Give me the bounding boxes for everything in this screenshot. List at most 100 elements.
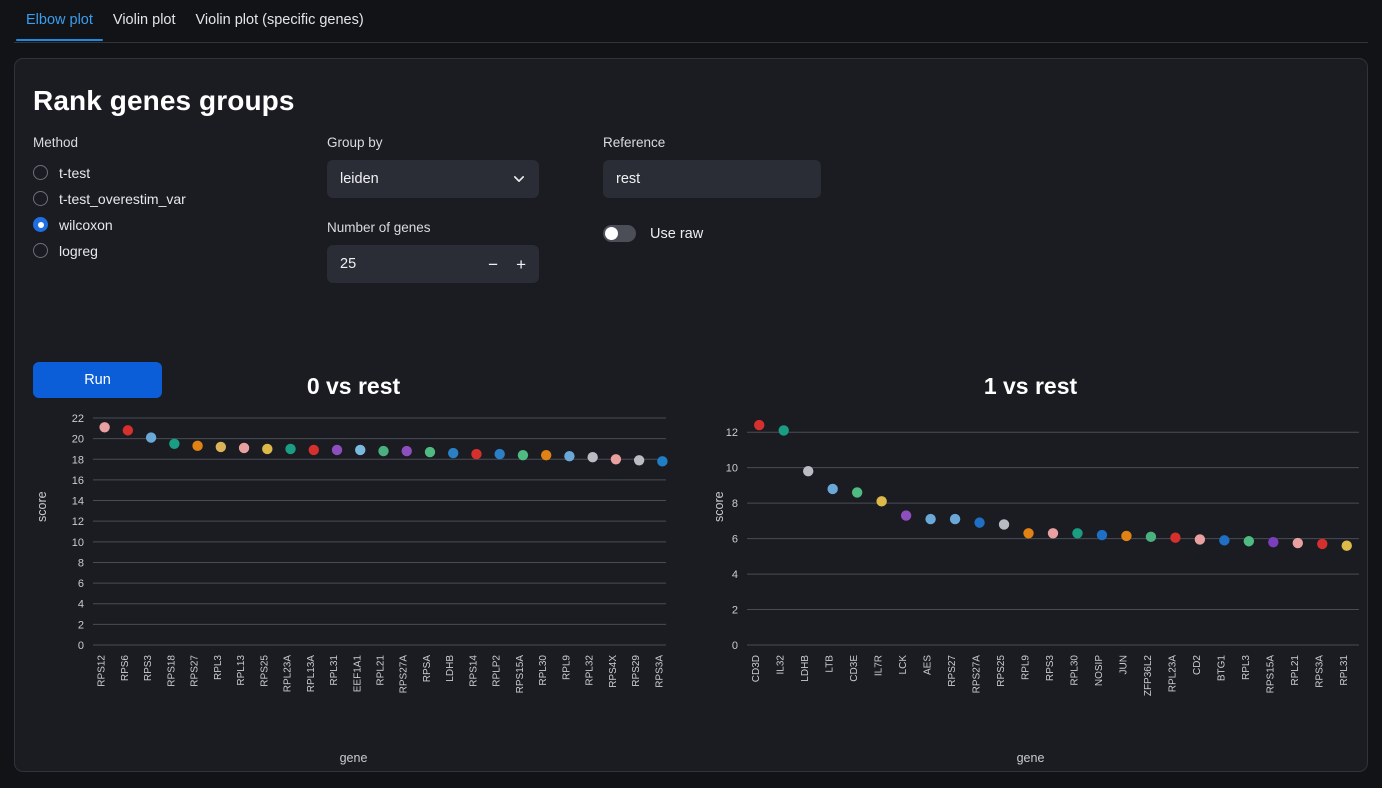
- data-point: [974, 517, 985, 528]
- x-axis-tick: CD3E: [849, 655, 860, 682]
- tab-violin-plot-specific-genes[interactable]: Violin plot (specific genes): [186, 0, 374, 41]
- data-point: [145, 432, 157, 443]
- y-axis-tick: 20: [72, 434, 84, 446]
- data-point: [876, 496, 887, 507]
- x-axis-tick: RPS27: [947, 655, 958, 687]
- x-axis-tick: CD2: [1192, 655, 1203, 675]
- x-axis-label: gene: [1016, 751, 1045, 765]
- x-axis-tick: RPS27A: [399, 655, 410, 694]
- group-by-value: leiden: [340, 171, 379, 187]
- method-option-wilcoxon[interactable]: wilcoxon: [33, 212, 303, 237]
- y-axis-tick: 4: [732, 569, 738, 581]
- group-by-label: Group by: [327, 135, 383, 150]
- increment-button[interactable]: +: [516, 256, 526, 273]
- data-point: [540, 449, 552, 461]
- x-axis-tick: RPL13A: [306, 655, 317, 693]
- radio-selected-icon: [33, 217, 48, 232]
- data-point: [998, 519, 1010, 530]
- plot-title: 1 vs rest: [983, 373, 1078, 399]
- data-point: [494, 448, 505, 460]
- data-point: [778, 425, 789, 436]
- x-axis-tick: LDHB: [800, 655, 811, 682]
- method-option-label: t-test: [59, 164, 91, 181]
- x-axis-tick: NOSIP: [1094, 655, 1105, 686]
- group-by-select[interactable]: leiden: [327, 160, 539, 198]
- x-axis-tick: RPL32: [585, 655, 596, 686]
- data-point: [517, 449, 529, 461]
- x-axis-tick: LDHB: [445, 655, 456, 682]
- number-of-genes-stepper[interactable]: 25 − +: [327, 245, 539, 283]
- data-point: [1047, 528, 1059, 539]
- x-axis-tick: IL32: [776, 655, 787, 675]
- x-axis-tick: RPL13: [236, 655, 247, 686]
- y-axis-tick: 6: [78, 578, 84, 590]
- x-axis-tick: RPS3A: [1314, 655, 1325, 688]
- data-point: [754, 419, 765, 431]
- y-axis-tick: 2: [732, 605, 738, 617]
- y-axis-tick: 18: [72, 454, 84, 466]
- x-axis-tick: RPL21: [376, 655, 387, 686]
- reference-input[interactable]: rest: [603, 160, 821, 198]
- data-point: [1268, 536, 1279, 548]
- data-point: [587, 452, 598, 463]
- scatter-chart: 0 2 4 6 8 10 12 14 16 18 20 22 RPS12 RPS6 RPS3 RPS18 RPS…: [72, 413, 668, 694]
- use-raw-toggle[interactable]: [603, 225, 636, 242]
- y-axis-tick: 16: [72, 475, 84, 487]
- method-option-t-test-overestim-var[interactable]: t-test_overestim_var: [33, 186, 303, 211]
- scatter-chart: 0 2 4 6 8 10 12 CD3D IL32 LDHB LTB CD3E IL7R LCK AES RP…: [726, 419, 1359, 697]
- x-axis-tick: RPS14: [468, 655, 479, 687]
- method-option-label: t-test_overestim_var: [59, 190, 186, 207]
- y-axis-tick: 22: [72, 413, 84, 425]
- x-axis-tick: RPL9: [1021, 655, 1032, 680]
- x-axis-tick: RPL31: [1339, 655, 1350, 686]
- data-point: [1292, 537, 1303, 549]
- plot-body: score 0 2 4 6 8 10 12 14 16 18 20 22 RPS12 RPS6 RPS3 RP…: [15, 410, 692, 771]
- reference-label: Reference: [603, 135, 666, 150]
- number-of-genes-label: Number of genes: [327, 220, 431, 235]
- x-axis-tick: AES: [923, 655, 934, 675]
- x-axis-tick: RPL3: [213, 655, 224, 680]
- data-point: [803, 466, 814, 477]
- data-point: [401, 445, 412, 457]
- y-axis-tick: 6: [732, 534, 738, 546]
- x-axis-tick: IL7R: [874, 655, 885, 676]
- x-axis-tick: RPL3: [1241, 655, 1252, 680]
- plot-body: score 0 2 4 6 8 10 12 CD3D IL32 LDHB LTB CD3E IL7R LC…: [692, 410, 1367, 771]
- x-axis-tick: RPS4X: [608, 655, 619, 688]
- x-axis-tick: RPS15A: [515, 655, 526, 694]
- radio-icon: [33, 165, 48, 180]
- x-axis-tick: RPS3: [143, 655, 154, 682]
- y-axis-tick: 2: [78, 619, 84, 631]
- data-point: [448, 447, 459, 459]
- tab-violin-plot[interactable]: Violin plot: [103, 0, 186, 41]
- x-axis-tick: RPS25: [996, 655, 1007, 687]
- x-axis-tick: RPSA: [422, 655, 433, 683]
- data-point: [355, 444, 366, 456]
- data-point: [192, 440, 203, 452]
- data-point: [285, 443, 296, 455]
- data-point: [657, 456, 668, 467]
- method-option-t-test[interactable]: t-test: [33, 160, 303, 185]
- reference-column: Reference rest Use raw: [603, 135, 843, 242]
- method-option-logreg[interactable]: logreg: [33, 238, 303, 263]
- data-point: [1170, 532, 1181, 543]
- page-title: Rank genes groups: [33, 85, 295, 116]
- method-option-label: wilcoxon: [59, 216, 113, 233]
- decrement-button[interactable]: −: [488, 256, 498, 273]
- y-axis-tick: 8: [78, 557, 84, 569]
- x-axis-tick: RPL30: [538, 655, 549, 686]
- x-axis-tick: RPLP2: [492, 655, 503, 687]
- elbow-plot-1-vs-rest: 1 vs rest score 0 2 4 6 8 10 12 CD3D IL32 LDHB LTB…: [692, 365, 1367, 771]
- x-axis-tick: RPS3: [1045, 655, 1056, 682]
- data-point: [1219, 535, 1230, 546]
- tab-elbow-plot[interactable]: Elbow plot: [16, 0, 103, 41]
- data-point: [900, 510, 912, 521]
- data-point: [949, 513, 961, 525]
- data-point: [99, 422, 110, 433]
- x-axis-tick: ZFP36L2: [1143, 655, 1154, 697]
- data-point: [378, 445, 389, 457]
- method-column: Method t-test t-test_overestim_var wilco…: [33, 135, 303, 398]
- y-axis-tick: 12: [726, 427, 738, 439]
- x-axis-tick: EEF1A1: [352, 655, 363, 693]
- x-axis-tick: RPS12: [97, 655, 108, 687]
